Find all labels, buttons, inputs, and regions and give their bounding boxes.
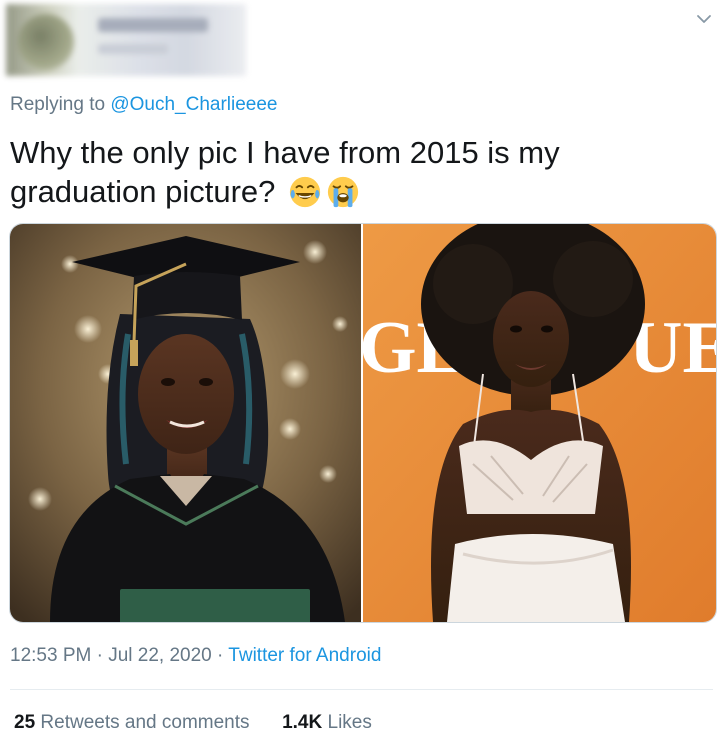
likes-count: 1.4K [282, 712, 323, 733]
separator: · [217, 645, 224, 666]
tweet-timestamp-line: 12:53 PM · Jul 22, 2020 · Twitter for An… [10, 645, 381, 667]
blurred-display-name [98, 18, 208, 32]
portrait-photo[interactable]: GE UE [363, 224, 716, 622]
mention-link[interactable]: @Ouch_Charlieeee [110, 94, 277, 115]
tweet-text-content: Why the only pic I have from 2015 is my … [10, 135, 560, 209]
face-with-tears-of-joy-icon [289, 176, 321, 208]
tweet-stats: 25 Retweets and comments 1.4K Likes [14, 712, 372, 734]
avatar[interactable] [18, 14, 74, 70]
chevron-down-icon[interactable] [695, 10, 713, 28]
retweets-stat[interactable]: 25 Retweets and comments [14, 712, 255, 733]
retweets-label: Retweets and comments [40, 712, 250, 733]
tweet-time[interactable]: 12:53 PM [10, 645, 91, 666]
blurred-author-info[interactable] [6, 4, 246, 76]
media-grid: GE UE [9, 223, 717, 623]
replying-to-line: Replying to @Ouch_Charlieeee [10, 94, 278, 116]
likes-stat[interactable]: 1.4K Likes [282, 712, 372, 733]
source-app-link[interactable]: Twitter for Android [228, 645, 381, 666]
retweets-count: 25 [14, 712, 36, 733]
tweet-date[interactable]: Jul 22, 2020 [108, 645, 212, 666]
loudly-crying-face-icon [327, 176, 359, 208]
graduation-photo[interactable] [10, 224, 361, 622]
likes-label: Likes [327, 712, 372, 733]
divider [10, 689, 713, 690]
replying-prefix: Replying to [10, 94, 106, 115]
separator: · [96, 645, 103, 666]
tweet-text: Why the only pic I have from 2015 is my … [10, 133, 710, 211]
tweet-header [0, 0, 723, 82]
blurred-handle [98, 44, 168, 54]
